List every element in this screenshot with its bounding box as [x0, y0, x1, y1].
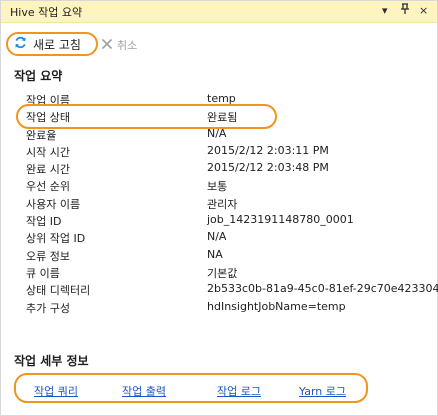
yarn-log-link[interactable]: Yarn 로그 [299, 383, 346, 399]
pin-icon[interactable] [400, 3, 410, 20]
job-log-link[interactable]: 작업 로그 [217, 383, 261, 399]
summary-row: 상태 디렉터리 2b533c0b-81a9-45c0-81ef-29c70e423… [1, 281, 438, 298]
summary-row-value: hdInsightJobName=temp [207, 299, 346, 313]
summary-row: 큐 이름 기본값 [1, 264, 437, 281]
summary-row-label: 작업 ID [26, 215, 62, 229]
panel-title: Hive 작업 요약 [10, 6, 83, 19]
summary-row-value: N/A [207, 230, 227, 244]
close-icon[interactable]: × [419, 3, 428, 19]
summary-row: 작업 상태 완료됨 [1, 108, 437, 125]
summary-row: 사용자 이름 관리자 [1, 195, 437, 212]
job-details-links: 작업 쿼리 작업 출력 작업 로그 Yarn 로그 [14, 373, 368, 403]
summary-row-value: 2015/2/12 2:03:48 PM [207, 161, 329, 175]
dropdown-arrow-icon[interactable]: ▾ [382, 3, 388, 19]
summary-row-label: 완료 시간 [26, 163, 70, 177]
job-details-heading: 작업 세부 정보 [14, 354, 89, 368]
summary-row-label: 상태 디렉터리 [26, 284, 91, 298]
summary-row-value: job_1423191148780_0001 [207, 213, 354, 227]
summary-row-label: 완료율 [26, 128, 57, 142]
job-summary-heading: 작업 요약 [14, 69, 63, 83]
summary-row-label: 작업 이름 [26, 94, 70, 107]
panel-title-bar: Hive 작업 요약 ▾ × [1, 1, 437, 23]
summary-row-label: 상위 작업 ID [26, 232, 86, 246]
job-query-link[interactable]: 작업 쿼리 [34, 383, 78, 399]
summary-row-label: 우선 순위 [26, 180, 70, 194]
toolbar: 새로 고침 취소 [1, 29, 437, 59]
summary-row: 추가 구성 hdInsightJobName=temp [1, 299, 437, 316]
summary-row-value: N/A [207, 126, 227, 140]
summary-row-value: 2015/2/12 2:03:11 PM [207, 143, 329, 157]
summary-row-value: 2b533c0b-81a9-45c0-81ef-29c70e423304 [207, 282, 438, 296]
job-output-link[interactable]: 작업 출력 [122, 383, 166, 399]
summary-row-value: 기본값 [207, 266, 238, 280]
job-summary-table: 작업 이름 temp 작업 상태 완료됨완료율 N/A 시작 시간 2015/2/12 2:… [1, 91, 438, 316]
summary-row-value: 완료됨 [207, 111, 238, 125]
summary-row-value: temp [207, 92, 236, 105]
summary-row: 완료 시간 2015/2/12 2:03:48 PM [1, 160, 437, 177]
refresh-button[interactable]: 새로 고침 [6, 32, 98, 56]
summary-row-label: 작업 상태 [26, 111, 70, 125]
summary-row-label: 추가 구성 [26, 301, 70, 315]
summary-row: 우선 순위 보통 [1, 177, 437, 194]
cancel-label: 취소 [117, 39, 138, 52]
cancel-x-icon [101, 38, 113, 53]
summary-row-value: NA [207, 247, 223, 261]
hive-job-summary-panel: Hive 작업 요약 ▾ × 새로 고침 취소 작업 요약 작업 이름 temp… [0, 0, 438, 416]
refresh-label: 새로 고침 [33, 37, 81, 52]
summary-row-label: 큐 이름 [26, 266, 60, 280]
summary-row: 상위 작업 ID N/A [1, 229, 437, 246]
summary-row: 작업 ID job_1423191148780_0001 [1, 212, 437, 229]
summary-row-value: 보통 [207, 180, 228, 194]
summary-row-label: 시작 시간 [26, 145, 70, 159]
summary-row: 시작 시간 2015/2/12 2:03:11 PM [1, 143, 437, 160]
cancel-button[interactable]: 취소 [101, 37, 137, 53]
summary-row: 완료율 N/A [1, 126, 437, 143]
summary-row: 작업 이름 temp [1, 91, 437, 108]
summary-row: 오류 정보 NA [1, 247, 437, 264]
summary-row-value: 관리자 [207, 197, 238, 211]
summary-row-label: 사용자 이름 [26, 197, 81, 211]
refresh-icon [13, 35, 28, 53]
summary-row-label: 오류 정보 [26, 249, 70, 263]
